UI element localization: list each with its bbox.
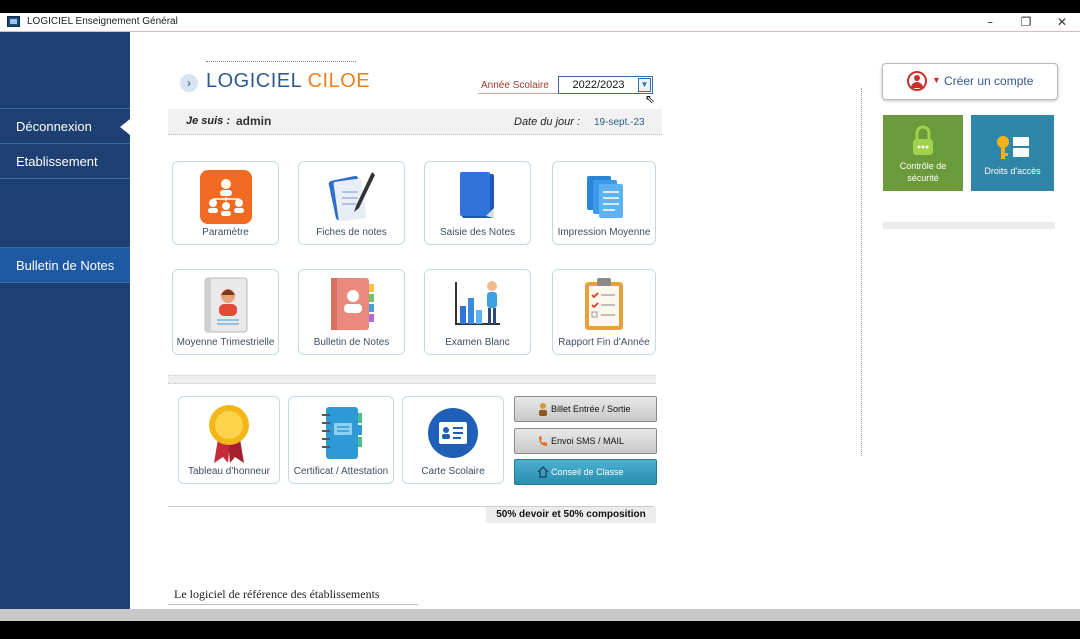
app-window: LOGICIEL Enseignement Général – ❐ ✕ Déco… [0,13,1080,609]
window-title: LOGICIEL Enseignement Général [27,16,178,27]
tile-label: Fiches de notes [316,227,387,238]
sidebar-item-label: Etablissement [16,154,98,169]
caret-down-icon: ▼ [932,75,941,85]
minimize-icon[interactable]: – [983,15,997,29]
security-label-line2: sécurité [907,173,939,183]
restore-icon[interactable]: ❐ [1019,15,1033,29]
access-rights-label: Droits d'accès [984,166,1041,176]
tile-label: Moyenne Trimestrielle [176,337,275,348]
phone-icon [539,436,547,446]
annee-underline [478,93,558,94]
person-icon [539,403,547,416]
top-black-bar [0,0,1080,13]
tile-bulletin-de-notes[interactable]: Bulletin de Notes [298,269,405,355]
tile-moyenne-trimestrielle[interactable]: Moyenne Trimestrielle [172,269,279,355]
user-avatar-icon [907,71,927,91]
tile-label: Saisie des Notes [439,227,516,238]
date-label: Date du jour : [514,116,581,128]
annee-scolaire-select[interactable]: 2022/2023 ▼ [558,76,653,94]
title-bar: LOGICIEL Enseignement Général – ❐ ✕ [0,13,1080,32]
user-info-bar: Je suis : admin Date du jour : 19-sept.-… [168,109,662,135]
documents-icon [587,176,623,218]
key-icon [997,136,1029,159]
sidebar-item-bulletin-de-notes[interactable]: Bulletin de Notes [0,247,130,283]
sidebar-item-deconnexion[interactable]: Déconnexion [0,108,130,144]
bar-chart-person-icon [454,281,500,325]
sidebar: Déconnexion Etablissement Bulletin de No… [0,32,130,609]
envoi-sms-mail-button[interactable]: Envoi SMS / MAIL [514,428,657,454]
je-suis-label: Je suis : [186,115,231,127]
tile-label: Impression Moyenne [557,227,651,238]
main-content: › LOGICIEL CILOE Année Scolaire 2022/202… [130,32,1080,609]
tile-label: Examen Blanc [445,337,510,348]
contact-book-icon [330,278,374,330]
date-value: 19-sept.-23 [594,117,645,128]
users-org-icon [199,170,252,224]
billet-entree-sortie-button[interactable]: Billet Entrée / Sortie [514,396,657,422]
section-separator [168,375,656,384]
tile-label: Carte Scolaire [421,466,485,477]
access-rights-tile[interactable]: Droits d'accès [971,115,1054,191]
tile-label: Paramètre [202,227,249,238]
notebook-pen-icon [328,172,375,222]
sidebar-item-etablissement[interactable]: Etablissement [0,143,130,179]
logo-dotted-line [206,61,356,62]
id-card-icon [428,408,478,458]
security-control-tile[interactable]: Contrôle de sécurité [883,115,963,191]
sidebar-item-label: Déconnexion [16,119,92,134]
close-icon[interactable]: ✕ [1055,15,1069,29]
logo-secondary: CILOE [307,70,371,92]
right-panel-separator [883,222,1055,229]
tile-carte-scolaire[interactable]: Carte Scolaire [402,396,504,484]
annee-scolaire-label: Année Scolaire [481,80,549,91]
grading-formula: 50% devoir et 50% composition [486,507,656,523]
chevron-right-icon: › [180,74,198,92]
vertical-divider [861,88,862,456]
tile-examen-blanc[interactable]: Examen Blanc [424,269,531,355]
award-medal-icon [209,405,249,463]
tile-label: Certificat / Attestation [293,466,389,477]
sidebar-item-label: Bulletin de Notes [16,258,115,273]
tile-parametre[interactable]: Paramètre [172,161,279,245]
tile-label: Tableau d'honneur [188,466,270,477]
button-label: Envoi SMS / MAIL [551,436,625,446]
chevron-down-icon[interactable]: ▼ [638,78,651,92]
padlock-icon [913,125,933,155]
blue-book-icon [459,172,494,218]
tile-fiches-de-notes[interactable]: Fiches de notes [298,161,405,245]
tile-label: Bulletin de Notes [313,337,390,348]
create-account-button[interactable]: ▼ Créer un compte [882,63,1058,100]
tile-saisie-des-notes[interactable]: Saisie des Notes [424,161,531,245]
clipboard-checklist-icon [585,278,623,330]
tile-certificat-attestation[interactable]: Certificat / Attestation [288,396,394,484]
footer-tagline: Le logiciel de référence des établisseme… [174,587,380,601]
username: admin [236,114,272,128]
tile-rapport-fin-annee[interactable]: Rapport Fin d'Année [552,269,656,355]
bottom-scroll-bar [0,609,1080,621]
button-label: Billet Entrée / Sortie [551,404,631,414]
app-logo: LOGICIEL CILOE [206,70,370,93]
annee-scolaire-value: 2022/2023 [572,79,625,91]
tile-tableau-honneur[interactable]: Tableau d'honneur [178,396,280,484]
app-icon [7,16,20,27]
student-book-icon [204,277,247,333]
tile-label: Rapport Fin d'Année [558,337,650,348]
security-label-line1: Contrôle de [899,161,947,171]
logo-primary: LOGICIEL [206,70,302,92]
button-label: Conseil de Classe [551,467,624,477]
create-account-label: Créer un compte [944,74,1034,88]
spiral-notebook-icon [322,407,362,459]
footer-underline [168,604,418,605]
mouse-cursor-icon: ⇖ [645,92,656,106]
tile-impression-moyenne[interactable]: Impression Moyenne [552,161,656,245]
conseil-de-classe-button[interactable]: Conseil de Classe [514,459,657,485]
home-icon [537,465,549,478]
